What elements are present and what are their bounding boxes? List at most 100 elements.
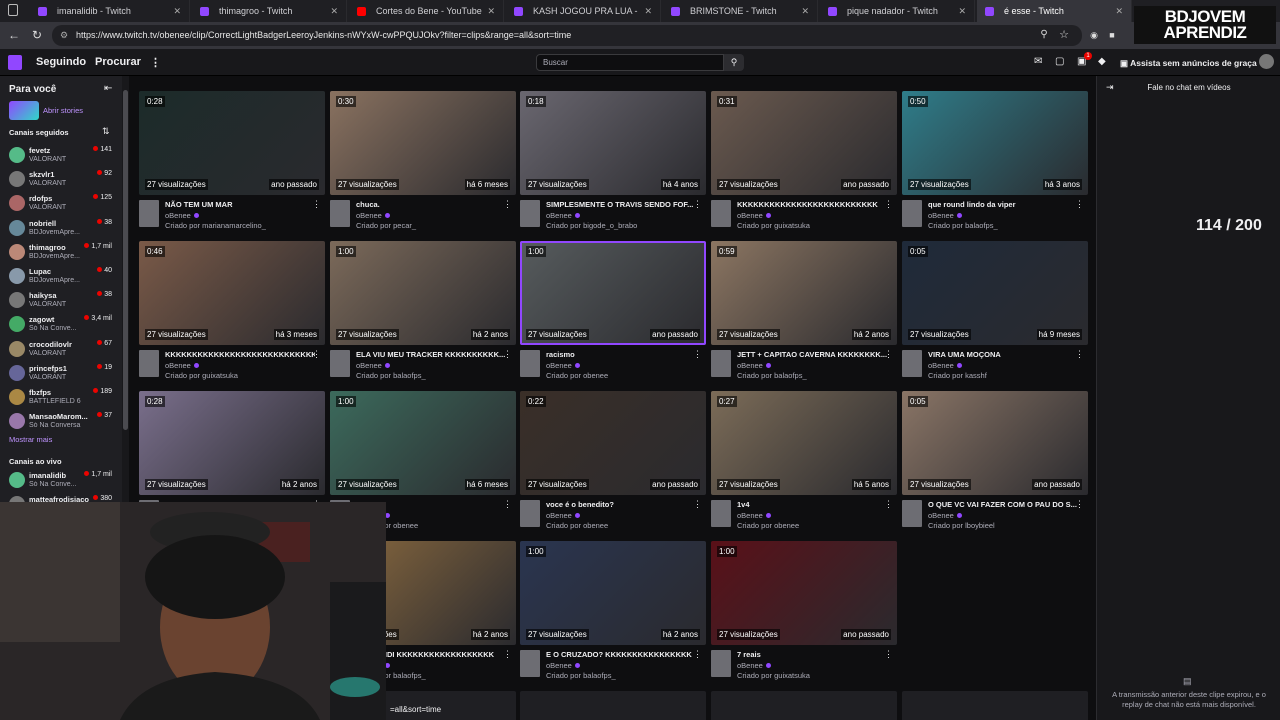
site-info-icon[interactable]: ⚙ (60, 25, 68, 46)
clip-creator[interactable]: Criado por pecar_ (356, 221, 416, 230)
clip-thumbnail[interactable]: 0:18 27 visualizações há 4 anos (520, 91, 706, 195)
clip-options-icon[interactable]: ⋮ (693, 499, 702, 510)
clip-title[interactable]: ELA VIU MEU TRACKER KKKKKKKKKK... (356, 350, 506, 359)
nav-following[interactable]: Seguindo (36, 56, 86, 68)
clip-thumbnail[interactable]: 0:27 27 visualizações há 5 anos (711, 391, 897, 495)
clip-thumbnail[interactable]: 1:00 27 visualizações há 2 anos (330, 241, 516, 345)
clip-title[interactable]: E O CRUZADO? KKKKKKKKKKKKKKKK (546, 650, 696, 659)
browser-tab[interactable]: thimagroo - Twitch ✕ (192, 0, 347, 22)
sidebar-channel[interactable]: haikysa VALORANT 38 (0, 290, 122, 314)
clip-creator-avatar[interactable] (139, 350, 159, 377)
clip-creator-avatar[interactable] (139, 200, 159, 227)
show-more-link[interactable]: Mostrar mais (9, 435, 52, 444)
clip-options-icon[interactable]: ⋮ (503, 349, 512, 360)
clip-thumbnail[interactable]: 1:00 27 visualizações ano passado (520, 241, 706, 345)
clip-card-placeholder[interactable] (520, 691, 706, 720)
clip-title[interactable]: SIMPLESMENTE O TRAVIS SENDO FOF... (546, 200, 696, 209)
clip-creator-avatar[interactable] (520, 350, 540, 377)
clip-channel[interactable]: oBenee (737, 361, 771, 370)
nav-browse[interactable]: Procurar (95, 56, 141, 68)
browser-tab[interactable]: Cortes do Bene - YouTube ✕ (349, 0, 504, 22)
tab-search-icon[interactable] (8, 4, 18, 16)
clip-channel[interactable]: oBenee (165, 211, 199, 220)
tab-close-icon[interactable]: ✕ (173, 6, 181, 17)
clip-title[interactable]: racismo (546, 350, 696, 359)
twitch-logo-icon[interactable] (8, 55, 22, 70)
sidebar-channel[interactable]: Lupac BDJovemApre... 40 (0, 266, 122, 290)
clip-creator[interactable]: Criado por balaofps_ (546, 671, 616, 680)
clip-creator-avatar[interactable] (520, 200, 540, 227)
ad-free-promo-button[interactable]: ▣ Assista sem anúncios de graça (1120, 55, 1257, 71)
sort-icon[interactable]: ⇅ (102, 126, 110, 137)
tab-close-icon[interactable]: ✕ (958, 6, 966, 17)
clip-channel[interactable]: oBenee (356, 211, 390, 220)
clip-thumbnail[interactable]: 0:30 27 visualizações há 6 meses (330, 91, 516, 195)
tab-close-icon[interactable]: ✕ (801, 6, 809, 17)
clip-thumbnail[interactable]: 1:00 27 visualizações ano passado (711, 541, 897, 645)
clip-creator-avatar[interactable] (330, 350, 350, 377)
clip-options-icon[interactable]: ⋮ (884, 499, 893, 510)
clip-thumbnail[interactable]: 0:46 27 visualizações há 3 meses (139, 241, 325, 345)
browser-tab[interactable]: KASH JOGOU PRA LUA - Twitch ✕ (506, 0, 661, 22)
clip-channel[interactable]: oBenee (165, 361, 199, 370)
collapse-sidebar-icon[interactable]: ⇤ (104, 83, 112, 94)
sidebar-channel[interactable]: fbzfps BATTLEFIELD 6 189 (0, 387, 122, 411)
clip-thumbnail[interactable]: 0:05 27 visualizações ano passado (902, 391, 1088, 495)
clip-channel[interactable]: oBenee (546, 661, 580, 670)
clip-options-icon[interactable]: ⋮ (884, 349, 893, 360)
clip-creator-avatar[interactable] (902, 350, 922, 377)
clip-thumbnail[interactable]: 0:28 27 visualizações há 2 anos (139, 391, 325, 495)
clip-creator[interactable]: Criado por obenee (546, 371, 608, 380)
clip-creator-avatar[interactable] (711, 200, 731, 227)
clip-options-icon[interactable]: ⋮ (503, 199, 512, 210)
extension-icon[interactable]: ◉ (1086, 27, 1102, 43)
clip-thumbnail[interactable]: 0:59 27 visualizações há 2 anos (711, 241, 897, 345)
clip-options-icon[interactable]: ⋮ (1075, 499, 1084, 510)
clip-thumbnail[interactable]: 0:31 27 visualizações ano passado (711, 91, 897, 195)
clip-creator-avatar[interactable] (711, 650, 731, 677)
clip-channel[interactable]: oBenee (546, 211, 580, 220)
tab-close-icon[interactable]: ✕ (487, 6, 495, 17)
sidebar-channel[interactable]: zagowt Só Na Conve... 3,4 mil (0, 314, 122, 338)
clip-thumbnail[interactable]: 0:28 27 visualizações ano passado (139, 91, 325, 195)
clip-options-icon[interactable]: ⋮ (693, 199, 702, 210)
sidebar-channel[interactable]: MansaoMarom... Só Na Conversa 37 (0, 411, 122, 435)
clip-channel[interactable]: oBenee (737, 661, 771, 670)
clip-creator[interactable]: Criado por guixatsuka (165, 371, 238, 380)
clip-title[interactable]: KKKKKKKKKKKKKKKKKKKKKKKKKK (737, 200, 887, 209)
clip-card-placeholder[interactable] (902, 691, 1088, 720)
clip-creator[interactable]: Criado por obenee (546, 521, 608, 530)
sidebar-channel[interactable]: nobriell BDJovemApre... 38 (0, 218, 122, 242)
clip-creator[interactable]: Criado por guixatsuka (737, 221, 810, 230)
clip-creator[interactable]: Criado por kasshf (928, 371, 987, 380)
clip-options-icon[interactable]: ⋮ (503, 649, 512, 660)
clip-creator[interactable]: Criado por balaofps_ (356, 371, 426, 380)
open-stories-link[interactable]: Abrir stories (43, 106, 83, 115)
bits-icon[interactable]: ◆ (1098, 56, 1106, 67)
sidebar-channel[interactable]: thimagroo BDJovemApre... 1,7 mil (0, 242, 122, 266)
clip-title[interactable]: que round lindo da viper (928, 200, 1078, 209)
clip-title[interactable]: VIRA UMA MOÇONA (928, 350, 1078, 359)
clip-creator-avatar[interactable] (520, 650, 540, 677)
zoom-icon[interactable]: ⚲ (1036, 27, 1052, 43)
clip-thumbnail[interactable]: 0:05 27 visualizações há 9 meses (902, 241, 1088, 345)
search-input[interactable]: Buscar (536, 54, 724, 71)
extension-icon-2[interactable]: ■ (1104, 27, 1120, 43)
sidebar-channel[interactable]: fevetz VALORANT 141 (0, 145, 122, 169)
clip-channel[interactable]: oBenee (546, 361, 580, 370)
clip-channel[interactable]: oBenee (737, 511, 771, 520)
clip-card-placeholder[interactable] (711, 691, 897, 720)
clip-creator[interactable]: Criado por lboybieel (928, 521, 995, 530)
tab-close-icon[interactable]: ✕ (1115, 6, 1123, 17)
clip-channel[interactable]: oBenee (737, 211, 771, 220)
tab-close-icon[interactable]: ✕ (330, 6, 338, 17)
clip-creator[interactable]: Criado por guixatsuka (737, 671, 810, 680)
back-icon[interactable]: ← (6, 27, 22, 43)
address-bar[interactable]: ⚙ https://www.twitch.tv/obenee/clip/Corr… (52, 25, 1082, 46)
whispers-icon[interactable]: ▢ (1055, 56, 1064, 67)
browser-tab[interactable]: imanalidib - Twitch ✕ (30, 0, 190, 22)
clip-title[interactable]: chuca. (356, 200, 506, 209)
clip-title[interactable]: O QUE VC VAI FAZER COM O PAU DO S... (928, 500, 1078, 509)
clip-creator-avatar[interactable] (902, 500, 922, 527)
sidebar-channel[interactable]: princefps1 VALORANT 19 (0, 363, 122, 387)
